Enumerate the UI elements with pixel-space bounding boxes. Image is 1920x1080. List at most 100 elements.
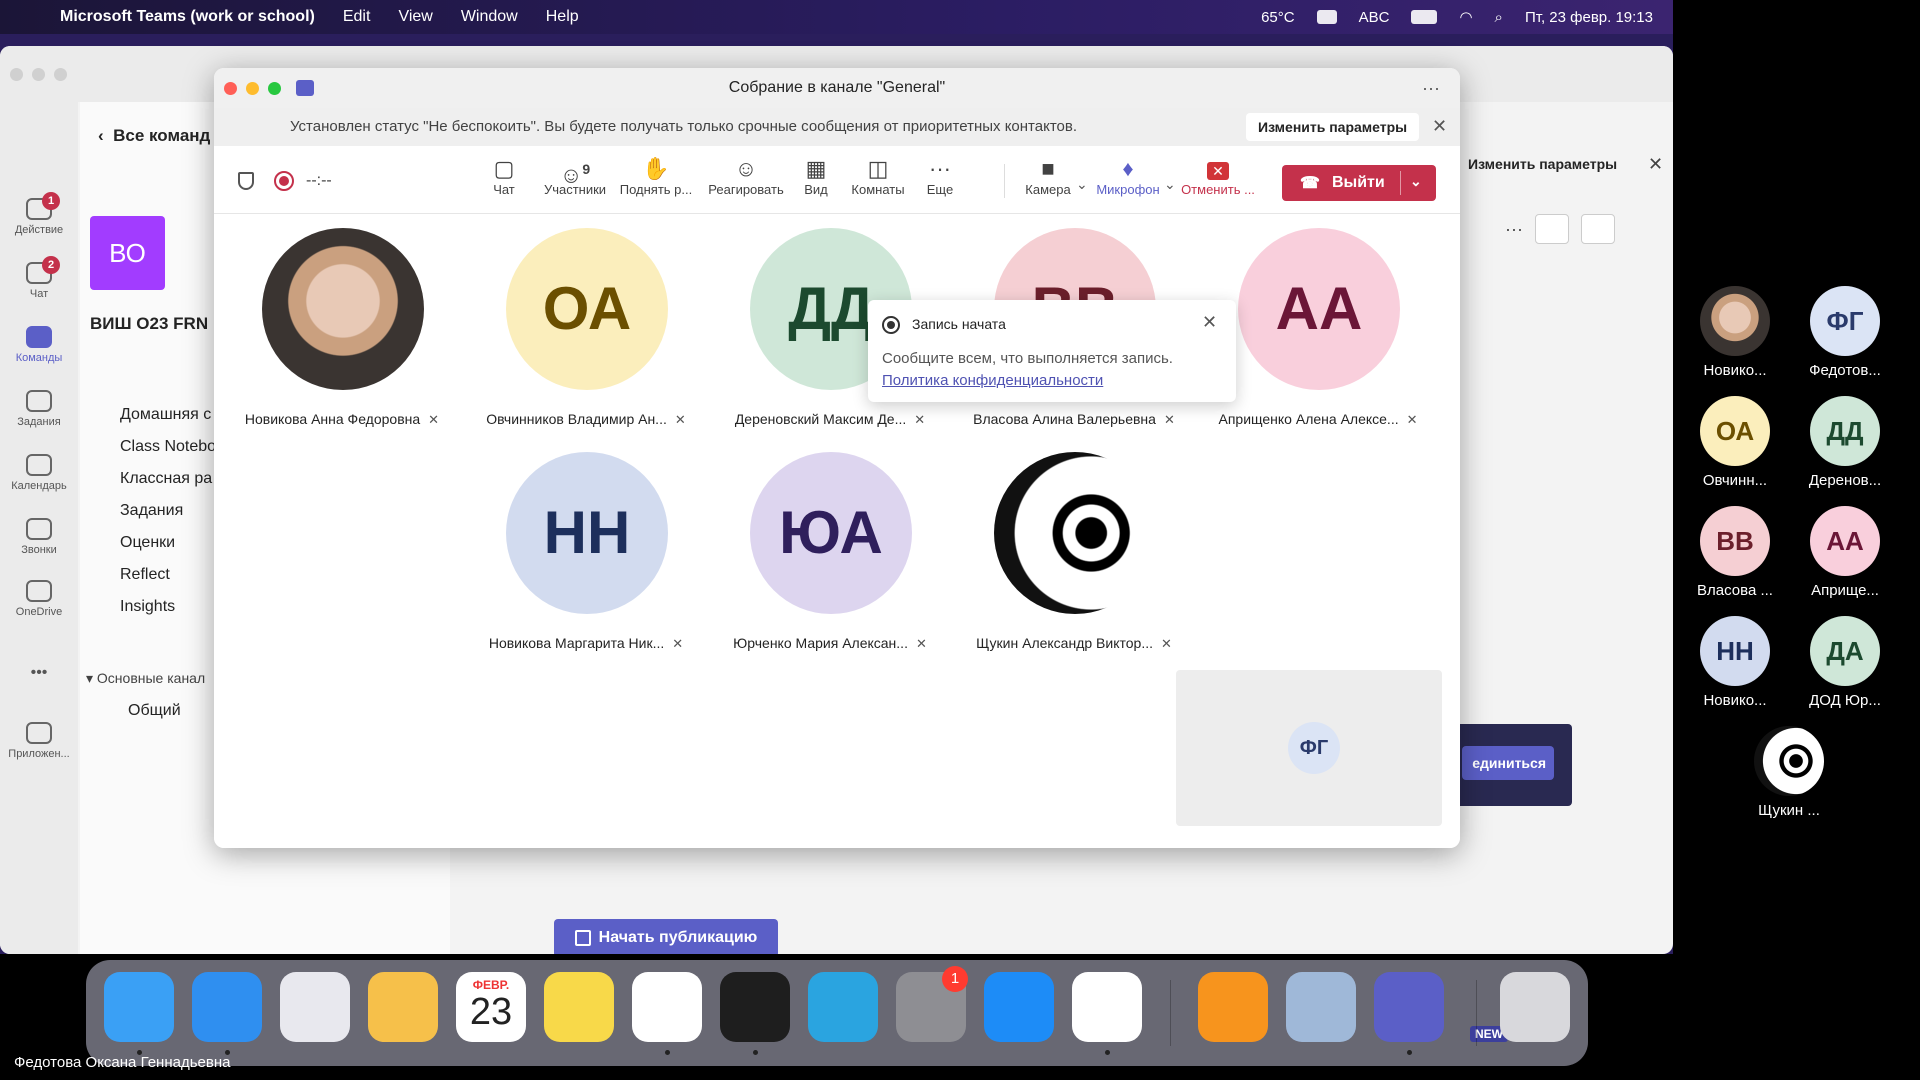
panel-icon[interactable] bbox=[1580, 214, 1615, 244]
shield-icon[interactable] bbox=[238, 172, 254, 190]
react-button[interactable]: ☺ Реагировать bbox=[704, 156, 788, 197]
rail-onedrive[interactable]: OneDrive bbox=[0, 580, 78, 618]
join-button[interactable]: единиться bbox=[1462, 746, 1554, 780]
rail-calendar[interactable]: Календарь bbox=[0, 454, 78, 492]
rail-activity[interactable]: 1 Действие bbox=[0, 192, 78, 236]
participant-tile[interactable]: ОА Овчинников Владимир Ан... ✕ bbox=[466, 228, 706, 428]
search-icon[interactable]: ⌕ bbox=[1495, 9, 1503, 26]
participant-tile[interactable]: Новикова Анна Федоровна ✕ bbox=[222, 228, 462, 428]
strip-participant[interactable]: ВВ Власова ... bbox=[1680, 506, 1790, 599]
close-icon[interactable]: ✕ bbox=[1202, 312, 1217, 333]
nav-item-assignments[interactable]: Задания bbox=[120, 502, 183, 520]
nav-item-grades[interactable]: Оценки bbox=[120, 534, 175, 552]
participant-tile[interactable]: ЮА Юрченко Мария Алексан... ✕ bbox=[710, 452, 950, 652]
safari-icon[interactable] bbox=[192, 972, 262, 1042]
participant-tile[interactable]: НН Новикова Маргарита Ник... ✕ bbox=[466, 452, 706, 652]
app-store-icon[interactable] bbox=[984, 972, 1054, 1042]
close-window-button[interactable] bbox=[224, 82, 237, 95]
rail-apps[interactable]: Приложен... bbox=[0, 722, 78, 760]
telegram-icon[interactable] bbox=[808, 972, 878, 1042]
running-indicator bbox=[665, 1050, 670, 1055]
chevron-down-icon[interactable]: ⌄ bbox=[1164, 176, 1176, 193]
vscode-icon[interactable] bbox=[1072, 972, 1142, 1042]
teams-icon[interactable] bbox=[1374, 972, 1444, 1042]
strip-participant[interactable]: Новико... bbox=[1680, 286, 1790, 379]
menu-view[interactable]: View bbox=[398, 8, 432, 26]
preview-icon[interactable] bbox=[1286, 972, 1356, 1042]
battery-icon[interactable] bbox=[1411, 10, 1438, 24]
menu-edit[interactable]: Edit bbox=[343, 8, 371, 26]
strip-participant[interactable]: АА Априще... bbox=[1790, 506, 1900, 599]
rooms-button[interactable]: ◫ Комнаты bbox=[846, 156, 910, 197]
chevron-down-icon[interactable]: ⌄ bbox=[1076, 176, 1088, 193]
close-icon[interactable]: ✕ bbox=[1432, 116, 1447, 137]
zoom-window-button[interactable] bbox=[268, 82, 281, 95]
minimize-window-button[interactable] bbox=[32, 68, 45, 81]
back-to-teams[interactable]: ‹ Все команд bbox=[98, 126, 210, 146]
strip-participant[interactable]: ФГ Федотов... bbox=[1790, 286, 1900, 379]
pages-icon[interactable] bbox=[1198, 972, 1268, 1042]
rail-calls[interactable]: Звонки bbox=[0, 518, 78, 556]
nav-item-class-notebook[interactable]: Class Notebo bbox=[120, 438, 216, 456]
more-button[interactable]: ··· Еще bbox=[918, 156, 962, 197]
change-params-button[interactable]: Изменить параметры bbox=[1468, 156, 1617, 172]
notes-icon[interactable] bbox=[544, 972, 614, 1042]
datetime[interactable]: Пт, 23 февр. 19:13 bbox=[1525, 9, 1653, 26]
input-source-label[interactable]: ABC bbox=[1359, 9, 1390, 26]
strip-participant-name: Овчинн... bbox=[1702, 472, 1768, 489]
rail-chat[interactable]: 2 Чат bbox=[0, 256, 78, 300]
stop-recording-button[interactable]: ✕ Отменить ... bbox=[1180, 156, 1256, 197]
self-view[interactable]: ФГ bbox=[1176, 670, 1442, 826]
zoom-window-button[interactable] bbox=[54, 68, 67, 81]
rail-assignments[interactable]: Задания bbox=[0, 390, 78, 428]
close-window-button[interactable] bbox=[10, 68, 23, 81]
strip-participant[interactable]: ДА ДОД Юр... bbox=[1790, 616, 1900, 709]
channels-section[interactable]: ▾ Основные канал bbox=[86, 670, 205, 687]
rail-more[interactable]: ••• bbox=[0, 664, 78, 682]
finder-icon[interactable] bbox=[104, 972, 174, 1042]
minimize-window-button[interactable] bbox=[246, 82, 259, 95]
view-button[interactable]: ▦ Вид bbox=[796, 156, 836, 197]
trash-icon[interactable] bbox=[1500, 972, 1570, 1042]
start-post-button[interactable]: Начать публикацию bbox=[554, 919, 778, 954]
raise-hand-button[interactable]: ✋ Поднять р... bbox=[616, 156, 696, 197]
calendar-icon[interactable]: ФЕВР. 23 bbox=[456, 972, 526, 1042]
more-options-icon[interactable]: ··· bbox=[1422, 68, 1440, 108]
strip-participant[interactable]: ДД Деренов... bbox=[1790, 396, 1900, 489]
chat-button[interactable]: ▢ Чат bbox=[476, 156, 532, 197]
nav-item-home[interactable]: Домашняя с bbox=[120, 406, 211, 424]
menu-help[interactable]: Help bbox=[546, 8, 579, 26]
input-source-icon[interactable] bbox=[1316, 10, 1337, 24]
participant-photo bbox=[1700, 286, 1770, 356]
photos-icon[interactable] bbox=[368, 972, 438, 1042]
launchpad-icon[interactable] bbox=[280, 972, 350, 1042]
microphone-button[interactable]: ♦ Микрофон bbox=[1094, 156, 1162, 197]
more-options-icon[interactable]: ··· bbox=[1505, 219, 1523, 240]
participant-tile[interactable]: Щукин Александр Виктор... ✕ bbox=[954, 452, 1194, 652]
temperature-readout[interactable]: 65°C bbox=[1261, 9, 1295, 26]
dnd-change-params-button[interactable]: Изменить параметры bbox=[1246, 113, 1420, 141]
strip-participant[interactable]: Щукин ... bbox=[1734, 726, 1844, 819]
privacy-policy-link[interactable]: Политика конфиденциальности bbox=[882, 372, 1103, 389]
leave-button[interactable]: ☎ Выйти ⌄ bbox=[1282, 165, 1436, 201]
channel-general[interactable]: Общий bbox=[128, 702, 181, 720]
nav-item-classwork[interactable]: Классная ра bbox=[120, 470, 212, 488]
menu-app-name[interactable]: Microsoft Teams (work or school) bbox=[60, 8, 315, 26]
close-icon[interactable]: ✕ bbox=[1648, 154, 1663, 175]
video-icon[interactable] bbox=[1534, 214, 1569, 244]
strip-participant[interactable]: НН Новико... bbox=[1680, 616, 1790, 709]
chrome-icon[interactable] bbox=[632, 972, 702, 1042]
participants-button[interactable]: ☺9 Участники bbox=[540, 156, 610, 197]
camera-button[interactable]: ■ Камера bbox=[1022, 156, 1074, 197]
nav-item-reflect[interactable]: Reflect bbox=[120, 566, 170, 584]
calendar-icon bbox=[26, 454, 52, 476]
terminal-icon[interactable] bbox=[720, 972, 790, 1042]
mic-off-icon: ✕ bbox=[428, 412, 440, 427]
wifi-icon[interactable]: ◠ bbox=[1459, 8, 1472, 26]
menu-window[interactable]: Window bbox=[461, 8, 518, 26]
recording-icon[interactable] bbox=[274, 171, 294, 191]
strip-participant[interactable]: ОА Овчинн... bbox=[1680, 396, 1790, 489]
chevron-down-icon[interactable]: ⌄ bbox=[1410, 173, 1422, 190]
nav-item-insights[interactable]: Insights bbox=[120, 598, 175, 616]
rail-teams[interactable]: Команды bbox=[0, 326, 78, 364]
